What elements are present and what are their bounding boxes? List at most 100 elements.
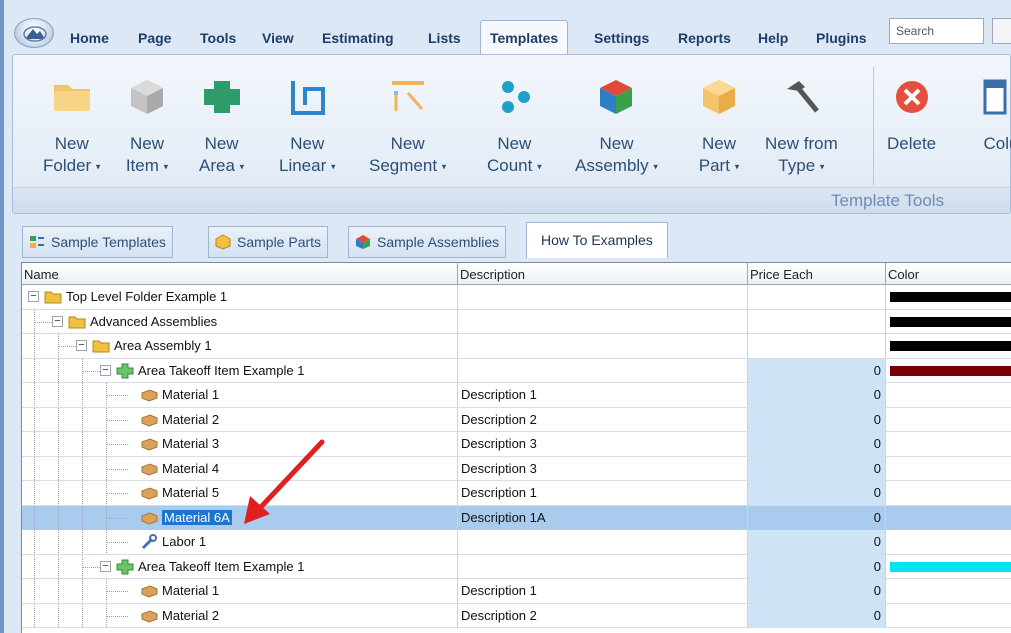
tab-sample-templates[interactable]: Sample Templates xyxy=(22,226,173,258)
price-cell[interactable]: 0 xyxy=(748,383,886,407)
name-cell[interactable]: Material 1 xyxy=(22,383,458,407)
collapse-toggle-icon[interactable]: − xyxy=(100,364,111,376)
name-cell[interactable]: Material 5 xyxy=(22,481,458,505)
name-cell[interactable]: − Area Assembly 1 xyxy=(22,334,458,358)
description-cell[interactable]: Description 1 xyxy=(458,383,748,407)
price-cell[interactable]: 0 xyxy=(748,554,886,579)
color-cell[interactable] xyxy=(886,579,1011,603)
color-cell[interactable] xyxy=(886,432,1011,456)
name-cell[interactable]: Material 3 xyxy=(22,432,458,456)
description-cell[interactable]: Description 3 xyxy=(458,432,748,456)
table-row[interactable]: − Top Level Folder Example 1 xyxy=(22,285,1011,310)
app-orb-button[interactable] xyxy=(14,18,54,48)
new-area-button[interactable]: New Area ▾ xyxy=(199,75,244,178)
new-linear-button[interactable]: New Linear ▾ xyxy=(279,75,336,178)
description-cell[interactable] xyxy=(458,358,748,383)
price-cell[interactable]: 0 xyxy=(748,432,886,456)
column-header-description[interactable]: Description xyxy=(458,263,748,285)
table-row[interactable]: − Area Takeoff Item Example 1 0 xyxy=(22,358,1011,383)
table-row[interactable]: − Area Assembly 1 xyxy=(22,334,1011,359)
menu-tools[interactable]: Tools xyxy=(200,30,236,46)
description-cell[interactable] xyxy=(458,309,748,334)
description-cell[interactable] xyxy=(458,530,748,554)
table-row[interactable]: Labor 1 0 xyxy=(22,530,1011,555)
description-cell[interactable]: Description 2 xyxy=(458,407,748,432)
new-part-button[interactable]: New Part ▾ xyxy=(697,75,741,178)
columns-button[interactable]: Colu xyxy=(979,75,1011,155)
name-cell[interactable]: Material 4 xyxy=(22,456,458,481)
menu-page[interactable]: Page xyxy=(138,30,171,46)
price-cell[interactable]: 0 xyxy=(748,358,886,383)
menu-lists[interactable]: Lists xyxy=(428,30,461,46)
price-cell[interactable]: 0 xyxy=(748,530,886,554)
color-cell[interactable] xyxy=(886,408,1011,432)
menu-estimating[interactable]: Estimating xyxy=(322,30,394,46)
price-cell[interactable] xyxy=(748,285,886,309)
menu-home[interactable]: Home xyxy=(70,30,109,46)
table-row[interactable]: Material 2 Description 20 xyxy=(22,603,1011,628)
table-row[interactable]: Material 5 Description 10 xyxy=(22,481,1011,506)
color-cell[interactable] xyxy=(886,505,1011,530)
color-cell[interactable] xyxy=(886,457,1011,481)
menu-help[interactable]: Help xyxy=(758,30,788,46)
menu-settings[interactable]: Settings xyxy=(594,30,649,46)
name-cell[interactable]: Material 1 xyxy=(22,579,458,603)
description-cell[interactable]: Description 1 xyxy=(458,579,748,603)
table-row[interactable]: − Advanced Assemblies xyxy=(22,309,1011,334)
color-cell[interactable] xyxy=(886,604,1011,628)
color-cell[interactable] xyxy=(886,530,1011,554)
description-cell[interactable]: Description 1A xyxy=(458,505,748,530)
color-cell[interactable] xyxy=(886,334,1011,358)
name-cell[interactable]: Labor 1 xyxy=(22,530,458,554)
name-cell[interactable]: Material 2 xyxy=(22,603,458,628)
collapse-toggle-icon[interactable]: − xyxy=(52,315,63,327)
menu-templates[interactable]: Templates xyxy=(480,20,569,56)
table-row[interactable]: Material 4 Description 30 xyxy=(22,456,1011,481)
description-cell[interactable] xyxy=(458,285,748,309)
table-row[interactable]: Material 3 Description 30 xyxy=(22,432,1011,457)
collapse-toggle-icon[interactable]: − xyxy=(100,560,111,572)
name-cell[interactable]: − Area Takeoff Item Example 1 xyxy=(22,554,458,579)
new-folder-button[interactable]: New Folder ▾ xyxy=(43,75,100,178)
price-cell[interactable]: 0 xyxy=(748,456,886,481)
color-cell[interactable] xyxy=(886,310,1011,334)
name-cell[interactable]: − Advanced Assemblies xyxy=(22,309,458,334)
column-header-color[interactable]: Color xyxy=(886,263,1011,285)
tab-how-to-examples[interactable]: How To Examples xyxy=(526,222,668,258)
description-cell[interactable]: Description 1 xyxy=(458,481,748,505)
name-cell[interactable]: Material 2 xyxy=(22,407,458,432)
collapse-toggle-icon[interactable]: − xyxy=(28,291,39,302)
price-cell[interactable]: 0 xyxy=(748,481,886,505)
color-cell[interactable] xyxy=(886,555,1011,579)
search-button[interactable] xyxy=(992,18,1011,44)
column-header-name[interactable]: Name xyxy=(22,263,458,285)
color-cell[interactable] xyxy=(886,285,1011,309)
description-cell[interactable]: Description 2 xyxy=(458,603,748,628)
new-count-button[interactable]: New Count ▾ xyxy=(487,75,542,178)
name-cell[interactable]: Material 6A xyxy=(22,505,458,530)
price-cell[interactable]: 0 xyxy=(748,407,886,432)
table-row[interactable]: Material 1 Description 10 xyxy=(22,579,1011,604)
color-cell[interactable] xyxy=(886,481,1011,505)
table-row[interactable]: Material 6A Description 1A 0 xyxy=(22,505,1011,530)
description-cell[interactable]: Description 3 xyxy=(458,456,748,481)
color-cell[interactable] xyxy=(886,359,1011,383)
table-row[interactable]: − Area Takeoff Item Example 1 0 xyxy=(22,554,1011,579)
description-cell[interactable] xyxy=(458,554,748,579)
price-cell[interactable] xyxy=(748,334,886,358)
name-cell[interactable]: − Top Level Folder Example 1 xyxy=(22,285,458,309)
table-row[interactable]: Material 2 Description 20 xyxy=(22,407,1011,432)
price-cell[interactable]: 0 xyxy=(748,505,886,530)
tab-sample-parts[interactable]: Sample Parts xyxy=(208,226,329,258)
menu-reports[interactable]: Reports xyxy=(678,30,731,46)
tab-sample-assemblies[interactable]: Sample Assemblies xyxy=(348,226,507,258)
new-assembly-button[interactable]: New Assembly ▾ xyxy=(575,75,658,178)
search-input[interactable]: Search xyxy=(889,18,984,44)
color-cell[interactable] xyxy=(886,383,1011,407)
name-cell[interactable]: − Area Takeoff Item Example 1 xyxy=(22,358,458,383)
new-item-button[interactable]: New Item ▾ xyxy=(125,75,169,178)
price-cell[interactable]: 0 xyxy=(748,603,886,628)
menu-plugins[interactable]: Plugins xyxy=(816,30,867,46)
column-header-price-each[interactable]: Price Each xyxy=(748,263,886,285)
delete-button[interactable]: Delete xyxy=(887,75,936,155)
